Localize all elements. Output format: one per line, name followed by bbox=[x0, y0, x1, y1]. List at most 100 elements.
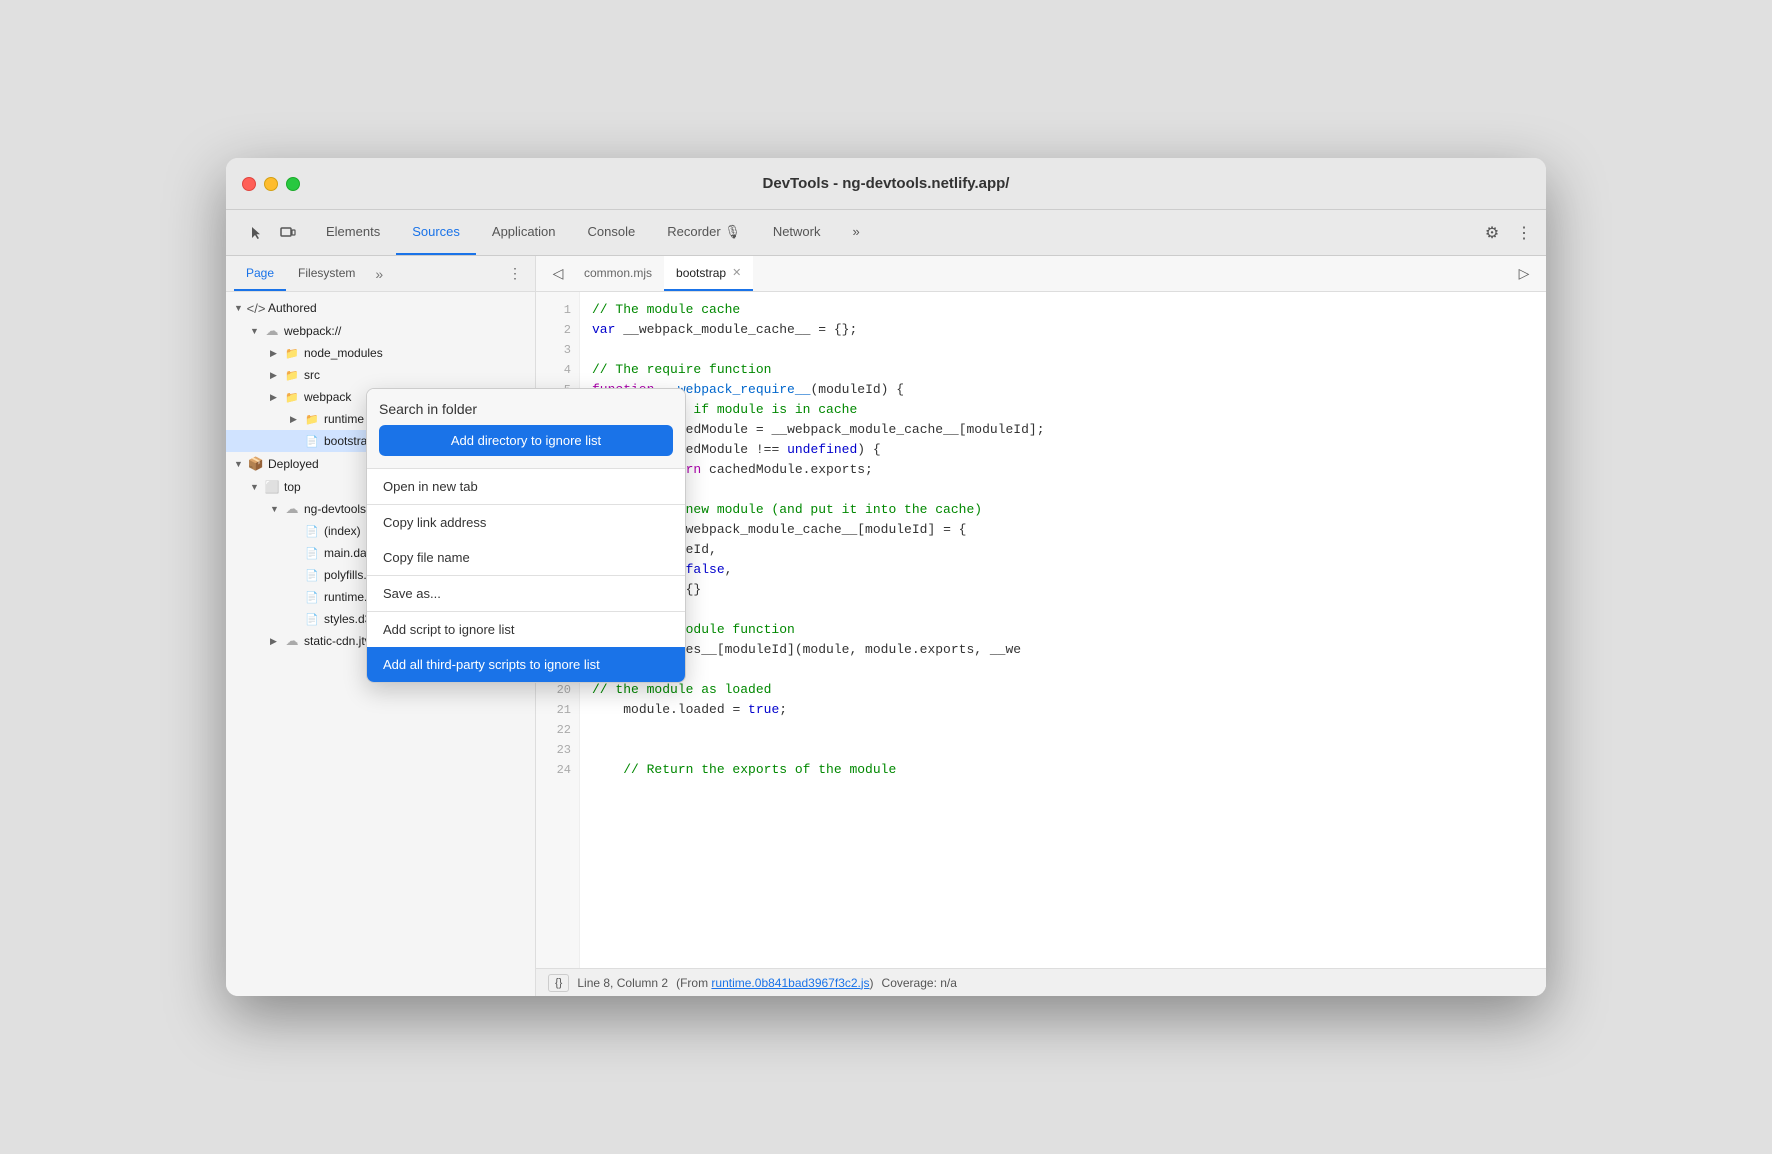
code-area: ◁ common.mjs bootstrap ✕ ▷ 1 2 3 4 bbox=[536, 256, 1546, 996]
ctx-search-folder[interactable]: Search in folder bbox=[379, 401, 673, 417]
tab-bootstrap[interactable]: bootstrap ✕ bbox=[664, 256, 753, 291]
panel-tabs: Page Filesystem » ⋮ bbox=[226, 256, 535, 292]
file-icon-polyfills: 📄 bbox=[304, 567, 320, 583]
status-left: {} Line 8, Column 2 (From runtime.0b841b… bbox=[548, 974, 957, 992]
tab-bar: Elements Sources Application Console Rec… bbox=[226, 210, 1546, 256]
devtools-icons bbox=[234, 210, 310, 255]
code-line-14: ded: false, bbox=[592, 560, 1534, 580]
code-content: 1 2 3 4 5 6 7 8 9 10 11 12 13 14 15 16 1 bbox=[536, 292, 1546, 968]
maximize-button[interactable] bbox=[286, 177, 300, 191]
runtime-label: runtime bbox=[324, 412, 364, 426]
code-line-22 bbox=[592, 720, 1534, 740]
from-label: (From runtime.0b841bad3967f3c2.js) bbox=[676, 976, 873, 990]
code-line-20: // the module as loaded bbox=[592, 680, 1534, 700]
code-line-18: ck_modules__[moduleId](module, module.ex… bbox=[592, 640, 1534, 660]
section-authored[interactable]: ▼ </> Authored bbox=[226, 296, 535, 320]
tab-page[interactable]: Page bbox=[234, 256, 286, 291]
nav-back-icon[interactable]: ◁ bbox=[544, 260, 572, 288]
code-line-23 bbox=[592, 740, 1534, 760]
arrow-node-modules: ▶ bbox=[270, 348, 284, 359]
code-line-7: var cachedModule = __webpack_module_cach… bbox=[592, 420, 1534, 440]
panel-action-more[interactable]: ⋮ bbox=[503, 262, 527, 286]
more-icon[interactable]: ⋮ bbox=[1510, 219, 1538, 247]
devtools-window: DevTools - ng-devtools.netlify.app/ Elem… bbox=[226, 158, 1546, 996]
code-line-5: function __webpack_require__(moduleId) { bbox=[592, 380, 1534, 400]
code-line-3 bbox=[592, 340, 1534, 360]
code-line-19 bbox=[592, 660, 1534, 680]
arrow-ng-devtools: ▼ bbox=[270, 504, 284, 514]
arrow-deployed: ▼ bbox=[234, 459, 248, 469]
ctx-add-dir-btn[interactable]: Add directory to ignore list bbox=[379, 425, 673, 456]
code-line-12: ule = __webpack_module_cache__[moduleId]… bbox=[592, 520, 1534, 540]
arrow-webpack: ▼ bbox=[250, 326, 264, 336]
ng-devtools-label: ng-devtools. bbox=[304, 502, 369, 516]
src-label: src bbox=[304, 368, 320, 382]
panel-more-icon[interactable]: » bbox=[371, 262, 387, 286]
code-line-10: } bbox=[592, 480, 1534, 500]
title-bar: DevTools - ng-devtools.netlify.app/ bbox=[226, 158, 1546, 210]
tab-more[interactable]: » bbox=[837, 210, 876, 255]
cursor-icon[interactable] bbox=[242, 219, 270, 247]
code-tab-right: ▷ bbox=[1510, 260, 1538, 288]
tab-right-actions: ⚙ ⋮ bbox=[1478, 210, 1538, 255]
tab-console[interactable]: Console bbox=[572, 210, 652, 255]
webpack-label: webpack:// bbox=[284, 324, 341, 338]
ctx-save-as[interactable]: Save as... bbox=[367, 576, 685, 611]
file-icon-runtime2: 📄 bbox=[304, 589, 320, 605]
file-icon-bootstrap: 📄 bbox=[304, 433, 320, 449]
ctx-open-tab[interactable]: Open in new tab bbox=[367, 469, 685, 504]
file-icon-styles: 📄 bbox=[304, 611, 320, 627]
file-icon-main: 📄 bbox=[304, 545, 320, 561]
code-icon: </> bbox=[248, 300, 264, 316]
context-menu: Search in folder Add directory to ignore… bbox=[366, 388, 686, 683]
arrow-top: ▼ bbox=[250, 482, 264, 492]
cloud-icon-ng: ☁ bbox=[284, 501, 300, 517]
close-button[interactable] bbox=[242, 177, 256, 191]
tab-elements[interactable]: Elements bbox=[310, 210, 396, 255]
format-button[interactable]: {} bbox=[548, 974, 569, 992]
close-tab-icon[interactable]: ✕ bbox=[732, 266, 741, 279]
ctx-add-all[interactable]: Add all third-party scripts to ignore li… bbox=[367, 647, 685, 682]
node-modules-label: node_modules bbox=[304, 346, 383, 360]
code-line-1: // The module cache bbox=[592, 300, 1534, 320]
code-tabs: ◁ common.mjs bootstrap ✕ ▷ bbox=[536, 256, 1546, 292]
cursor-position: Line 8, Column 2 bbox=[577, 976, 668, 990]
tab-sources[interactable]: Sources bbox=[396, 210, 476, 255]
cloud-icon-cdn: ☁ bbox=[284, 633, 300, 649]
tab-network[interactable]: Network bbox=[757, 210, 837, 255]
code-line-15: rts: {} bbox=[592, 580, 1534, 600]
top-label: top bbox=[284, 480, 301, 494]
code-line-9: return cachedModule.exports; bbox=[592, 460, 1534, 480]
minimize-button[interactable] bbox=[264, 177, 278, 191]
collapse-icon[interactable]: ▷ bbox=[1510, 260, 1538, 288]
tree-src[interactable]: ▶ 📁 src bbox=[226, 364, 535, 386]
tab-application[interactable]: Application bbox=[476, 210, 572, 255]
code-line-6: // Check if module is in cache bbox=[592, 400, 1534, 420]
authored-label: Authored bbox=[268, 301, 317, 315]
folder-icon-webpack: 📁 bbox=[284, 389, 300, 405]
settings-icon[interactable]: ⚙ bbox=[1478, 219, 1506, 247]
tree-webpack-root[interactable]: ▼ ☁ webpack:// bbox=[226, 320, 535, 342]
arrow-static-cdn: ▶ bbox=[270, 636, 284, 647]
code-line-24: // Return the exports of the module bbox=[592, 760, 1534, 780]
device-icon[interactable] bbox=[274, 219, 302, 247]
window-title: DevTools - ng-devtools.netlify.app/ bbox=[763, 175, 1010, 192]
tab-filesystem[interactable]: Filesystem bbox=[286, 256, 367, 291]
cloud-icon: ☁ bbox=[264, 323, 280, 339]
ctx-copy-link[interactable]: Copy link address bbox=[367, 505, 685, 540]
file-icon-index: 📄 bbox=[304, 523, 320, 539]
source-link[interactable]: runtime.0b841bad3967f3c2.js bbox=[711, 976, 869, 990]
tab-common[interactable]: common.mjs bbox=[572, 256, 664, 291]
tree-node-modules[interactable]: ▶ 📁 node_modules bbox=[226, 342, 535, 364]
ctx-add-script[interactable]: Add script to ignore list bbox=[367, 612, 685, 647]
box-icon: 📦 bbox=[248, 456, 264, 472]
folder-icon: 📁 bbox=[284, 345, 300, 361]
status-bar: {} Line 8, Column 2 (From runtime.0b841b… bbox=[536, 968, 1546, 996]
coverage-label: Coverage: n/a bbox=[882, 976, 957, 990]
arrow-src: ▶ bbox=[270, 370, 284, 381]
deployed-label: Deployed bbox=[268, 457, 319, 471]
tab-recorder[interactable]: Recorder 🎙 bbox=[651, 210, 757, 255]
ctx-copy-file[interactable]: Copy file name bbox=[367, 540, 685, 575]
traffic-lights bbox=[242, 177, 300, 191]
code-line-11: // Create a new module (and put it into … bbox=[592, 500, 1534, 520]
